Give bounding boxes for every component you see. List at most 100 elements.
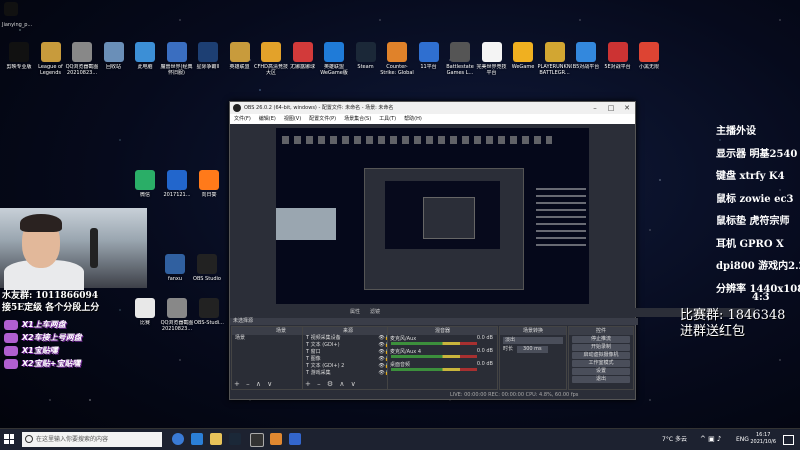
desktop-shortcut-label: 完美世界竞技平台 <box>476 64 507 76</box>
sources-header: 来源 <box>303 327 393 335</box>
desktop-shortcut[interactable]: OBS Studio <box>190 254 224 288</box>
desktop-shortcut[interactable]: OBS-Studi... <box>192 298 226 332</box>
edge-icon[interactable] <box>191 433 203 445</box>
filters-button[interactable]: 滤镜 <box>370 308 380 317</box>
obs-window[interactable]: OBS 26.0.2 (64-bit, windows) - 配置文件: 未命名… <box>229 101 755 400</box>
obs-menu-item[interactable]: 配置文件(P) <box>309 114 336 124</box>
app-taskbar-icon[interactable] <box>270 433 282 445</box>
desktop-shortcut[interactable]: 魔兽世界(经典怀旧服) <box>160 42 194 76</box>
close-icon[interactable]: ✕ <box>619 102 635 114</box>
tray-icons[interactable]: ^ ▣ ♪ <box>700 429 721 450</box>
desktop-shortcut[interactable]: 向日葵 <box>192 170 226 204</box>
danmu-line: X1宝贴嘿 <box>22 346 58 355</box>
maximize-icon[interactable]: □ <box>603 102 619 114</box>
obs-menu-item[interactable]: 帮助(H) <box>404 114 422 124</box>
desktop-shortcut[interactable]: CFHD高清竞技大区 <box>254 42 288 76</box>
properties-button[interactable]: 属性 <box>350 308 360 317</box>
peripheral-spec-line: 鼠标 zowie ec3 <box>716 193 794 205</box>
mixer-channel[interactable]: 麦克风/Aux 0.0 dB <box>388 335 497 348</box>
task-view-icon[interactable] <box>172 433 184 445</box>
desktop-shortcut[interactable]: fanxu <box>158 254 192 288</box>
desktop-shortcut[interactable]: 微信 <box>128 170 162 204</box>
app-icon <box>355 42 376 62</box>
volume-meter[interactable] <box>391 342 477 345</box>
app-icon <box>607 42 628 62</box>
desktop-shortcut[interactable]: 尤娜露娜球 <box>286 42 320 76</box>
desktop-shortcut[interactable]: QQ浏览器截图20210823... <box>65 42 99 76</box>
obs-menu-item[interactable]: 场景集合(S) <box>344 114 371 124</box>
control-button[interactable]: 停止推流 <box>572 336 630 343</box>
source-item[interactable]: T 文本 (GDI+) 2 👁🔒 <box>303 363 393 370</box>
app-icon <box>135 42 155 62</box>
desktop-shortcut[interactable]: 比赛 <box>128 298 162 332</box>
ime-indicator[interactable]: ENG <box>736 429 749 450</box>
obs-menu-item[interactable]: 工具(T) <box>379 114 396 124</box>
source-item[interactable]: T 文本 (GDI+) 👁🔒 <box>303 342 393 349</box>
microphone <box>90 228 98 268</box>
obs-logo-icon <box>233 104 241 112</box>
desktop-shortcut[interactable]: 完美世界竞技平台 <box>475 42 509 76</box>
control-button[interactable]: 启动虚拟摄像机 <box>572 352 630 359</box>
duration-input[interactable]: 300 ms <box>517 346 548 353</box>
taskbar-search-input[interactable]: 在这里输入你要搜索的内容 <box>22 432 162 447</box>
capcut-app-icon[interactable] <box>4 2 18 16</box>
app-icon <box>639 42 659 62</box>
source-item[interactable]: T 游戏采集 👁🔒 <box>303 370 393 377</box>
control-button[interactable]: 工作室模式 <box>572 360 630 367</box>
app2-taskbar-icon[interactable] <box>289 433 301 445</box>
obs-taskbar-icon[interactable] <box>250 433 264 447</box>
desktop-shortcut[interactable]: 小黑无限 <box>632 42 666 76</box>
desktop-shortcut[interactable]: 英雄联盟 <box>223 42 257 76</box>
obs-menu-item[interactable]: 文件(F) <box>234 114 251 124</box>
desktop-shortcut[interactable]: PLAYERUNKNOWN'S BATTLEGR... <box>538 42 572 76</box>
source-item[interactable]: T 窗口 👁🔒 <box>303 349 393 356</box>
mixer-channel[interactable]: 麦克风/Aux 4 0.0 dB <box>388 348 497 361</box>
app-icon <box>40 42 61 62</box>
volume-meter[interactable] <box>391 355 477 358</box>
desktop-shortcut[interactable]: Counter-Strike: Global Off... <box>380 42 414 76</box>
obs-titlebar[interactable]: OBS 26.0.2 (64-bit, windows) - 配置文件: 未命名… <box>230 102 635 114</box>
peripheral-spec-line: 主播外设 <box>716 126 756 137</box>
mixer-channel[interactable]: 桌面音频 0.0 dB <box>388 361 497 374</box>
source-item[interactable]: T 图像 👁🔒 <box>303 356 393 363</box>
control-button[interactable]: 退出 <box>572 376 630 383</box>
desktop-shortcut[interactable]: Battlestate Games L... <box>443 42 477 76</box>
weather-widget[interactable]: 7°C 多云 <box>662 429 687 450</box>
transition-select[interactable]: 淡出 <box>503 337 563 344</box>
source-item[interactable]: T 视频采集设备 👁🔒 <box>303 335 393 342</box>
danmu-badge-icon <box>4 346 18 356</box>
desktop-shortcut[interactable]: 剪映专业版 <box>2 42 36 76</box>
volume-meter[interactable] <box>391 368 477 371</box>
desktop-shortcut[interactable]: WeGame <box>506 42 540 76</box>
app-icon <box>199 170 219 190</box>
obs-preview-canvas[interactable] <box>276 128 589 304</box>
danmu-line: X1上车两盘 <box>22 320 66 329</box>
desktop-shortcut[interactable]: 星际争霸II <box>191 42 225 76</box>
notification-icon[interactable] <box>783 435 794 445</box>
desktop-shortcut[interactable]: QQ浏览器截图20210823... <box>160 298 194 332</box>
desktop-shortcut[interactable]: 此电脑 <box>128 42 162 76</box>
control-button[interactable]: 设置 <box>572 368 630 375</box>
file-explorer-icon[interactable] <box>210 433 222 445</box>
control-button[interactable]: 开始录制 <box>572 344 630 351</box>
desktop-shortcut[interactable]: 英雄联盟WeGame版 <box>317 42 351 76</box>
scenes-footer-controls[interactable]: + – ∧ ∨ <box>234 380 274 388</box>
sources-footer-controls[interactable]: + – ⚙ ∧ ∨ <box>305 380 358 388</box>
desktop-shortcut[interactable]: 回收站 <box>97 42 131 76</box>
desktop-shortcut[interactable]: Steam <box>349 42 383 76</box>
source-item-label: T 视频采集设备 <box>306 335 341 341</box>
desktop-shortcut[interactable]: League of Legends <box>34 42 68 76</box>
desktop-shortcut[interactable]: 11平台 <box>412 42 446 76</box>
desktop-shortcut[interactable]: B5对战平台 <box>569 42 603 76</box>
app-icon <box>513 42 533 62</box>
taskbar-clock[interactable]: 16:17 2021/10/6 <box>750 432 776 446</box>
minimize-icon[interactable]: – <box>587 102 603 114</box>
app-icon <box>165 254 185 274</box>
desktop-shortcut[interactable]: 2017121... <box>160 170 194 204</box>
desktop-shortcut[interactable]: 5E对战平台 <box>601 42 635 76</box>
obs-menu-item[interactable]: 编辑(E) <box>259 114 276 124</box>
rank-note-text: 接5E定级 各个分段上分 <box>2 303 100 313</box>
obs-menu-item[interactable]: 视图(V) <box>284 114 301 124</box>
steam-icon[interactable] <box>229 433 241 445</box>
windows-start-icon[interactable] <box>4 434 14 444</box>
